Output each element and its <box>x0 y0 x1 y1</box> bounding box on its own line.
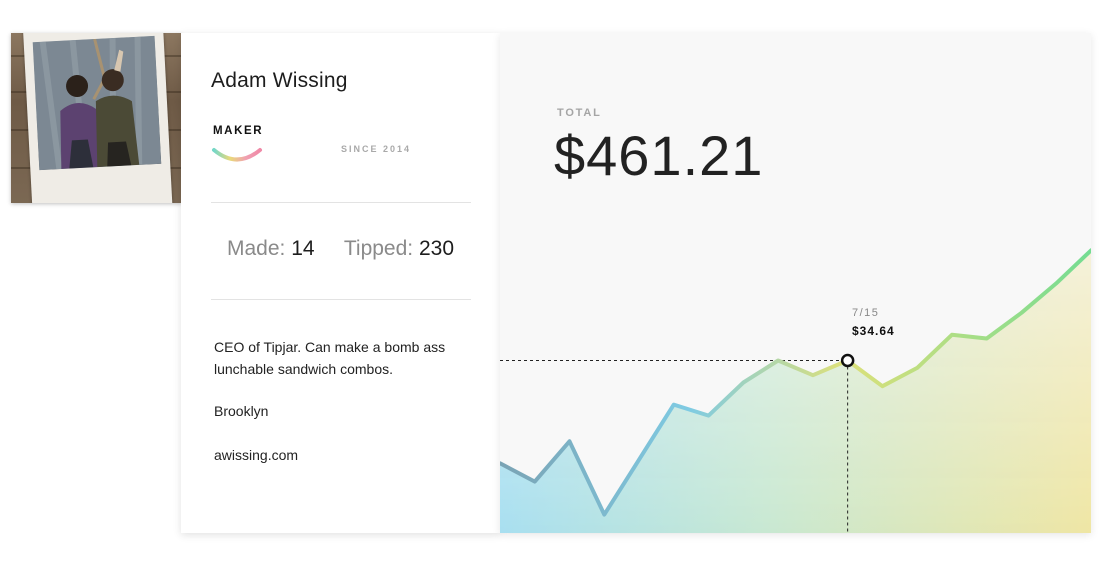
profile-card: Adam Wissing MAKER SINCE 2014 Made: 14 T… <box>181 33 500 533</box>
divider <box>211 202 471 203</box>
tooltip-value: $34.64 <box>852 324 895 338</box>
made-count: 14 <box>291 237 315 260</box>
profile-name: Adam Wissing <box>211 69 348 92</box>
profile-photo <box>11 33 182 203</box>
made-label: Made: <box>226 237 286 260</box>
tipped-count: 230 <box>418 237 455 260</box>
divider <box>211 299 471 300</box>
chart-highlight-point[interactable] <box>840 353 855 368</box>
profile-location: Brooklyn <box>214 403 269 419</box>
earnings-chart-panel: TOTAL $461.21 7/15 $34.64 <box>500 33 1091 533</box>
earnings-chart[interactable] <box>500 33 1091 533</box>
chart-area-fill <box>500 250 1091 533</box>
tipped-label: Tipped: <box>343 237 414 260</box>
profile-website-link[interactable]: awissing.com <box>214 447 298 463</box>
tooltip-date: 7/15 <box>852 307 880 319</box>
photo-people-image <box>32 35 162 171</box>
maker-badge-label: MAKER <box>213 125 264 137</box>
member-since: SINCE 2014 <box>341 144 412 154</box>
polaroid-frame <box>22 33 174 203</box>
profile-bio: CEO of Tipjar. Can make a bomb ass lunch… <box>214 339 446 377</box>
profile-stats: Made: 14 Tipped: 230 <box>181 237 500 261</box>
smile-gradient-icon <box>211 145 263 168</box>
